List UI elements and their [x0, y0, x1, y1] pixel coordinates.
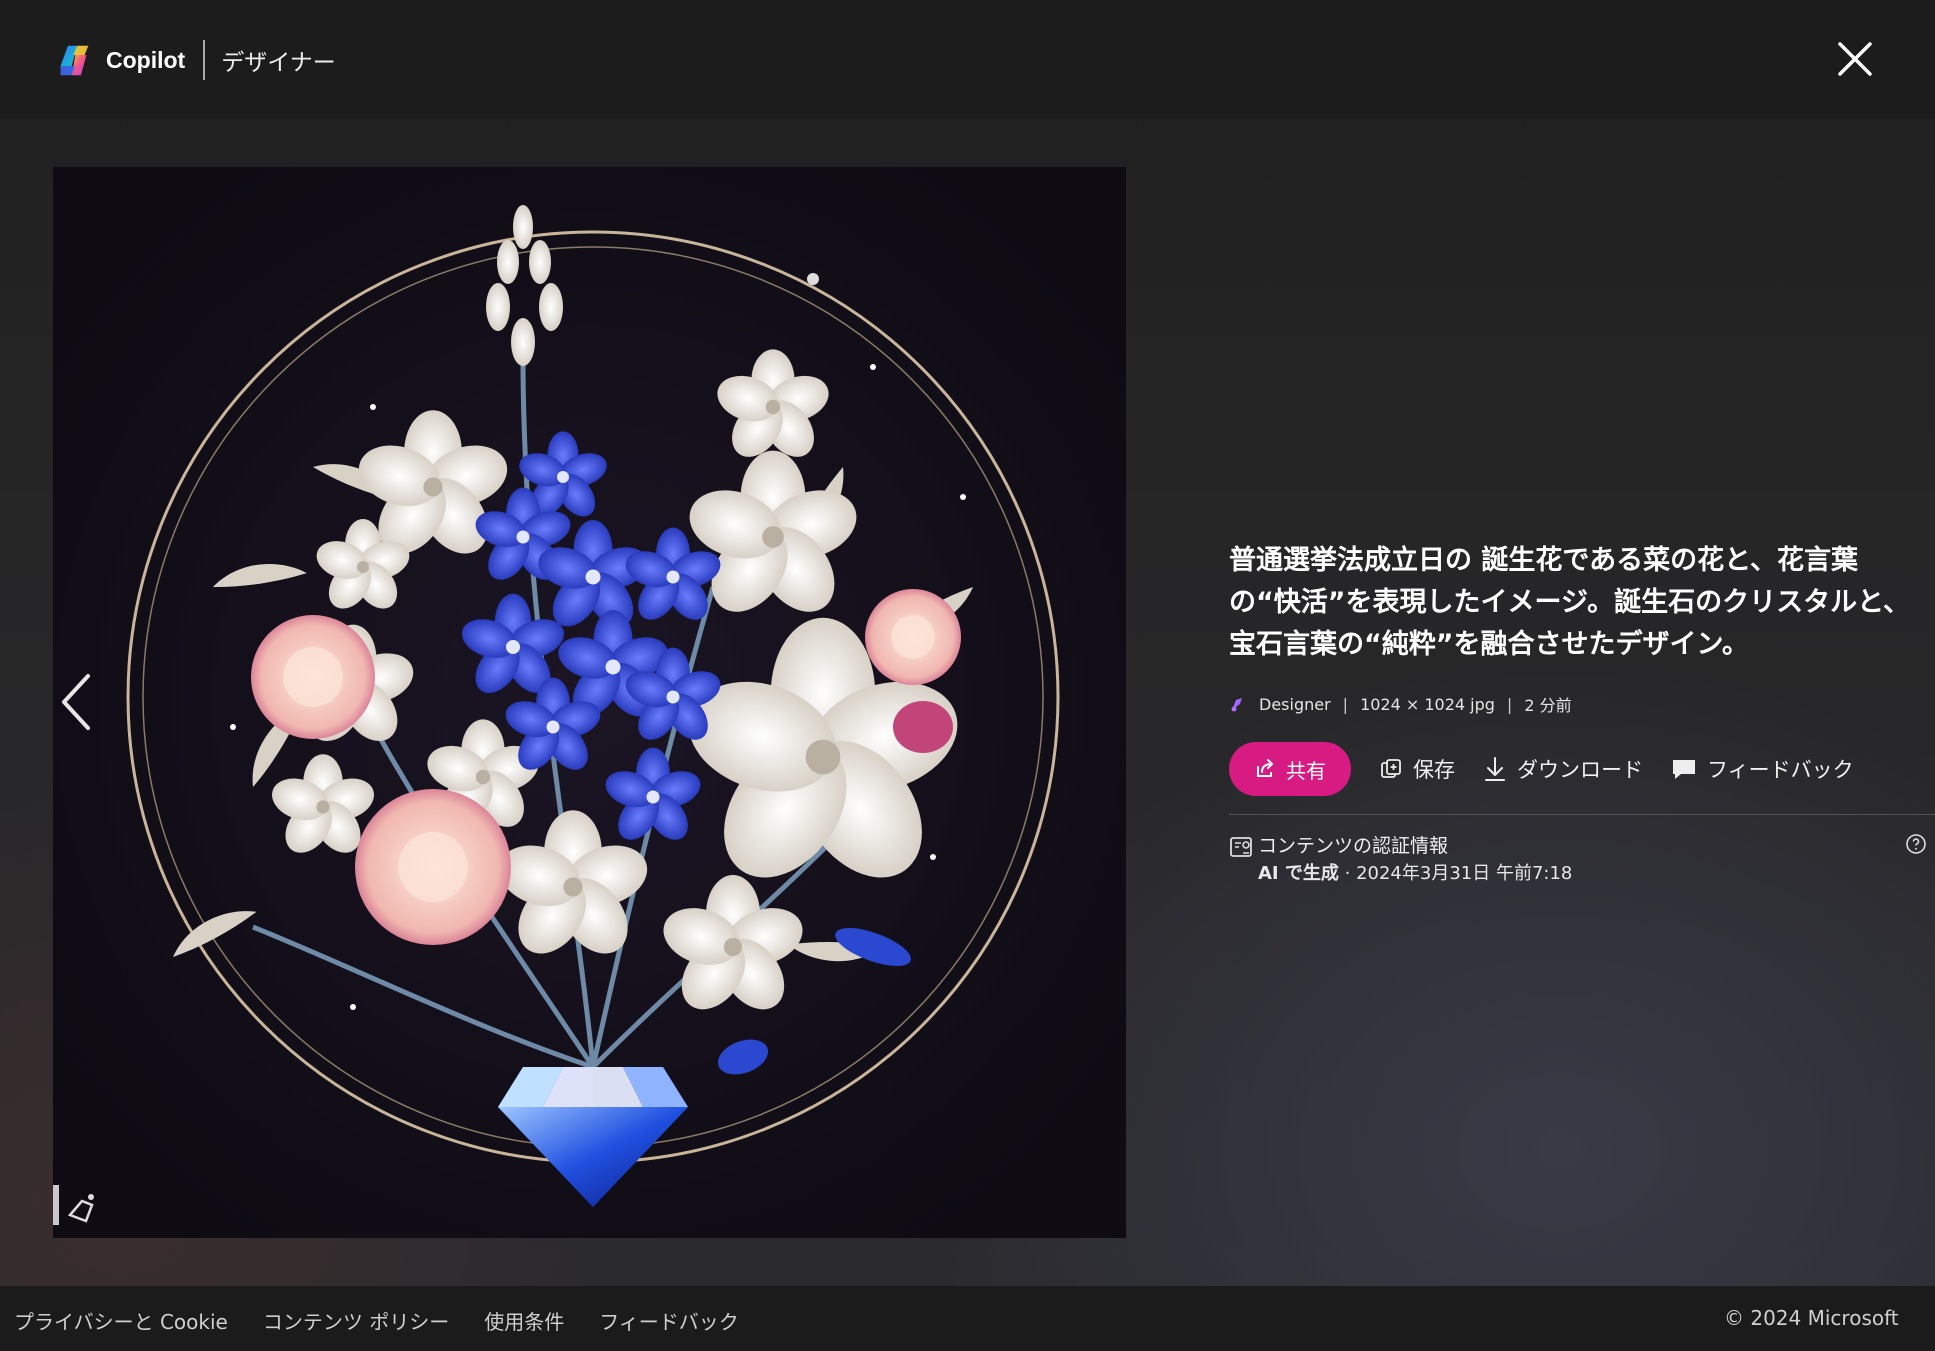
- image-meta: Designer | 1024 × 1024 jpg | 2 分前: [1229, 692, 1929, 716]
- section-divider: [1229, 814, 1935, 815]
- brand[interactable]: Copilot デザイナー: [55, 40, 336, 80]
- footer: プライバシーと Cookie コンテンツ ポリシー 使用条件 フィードバック ©…: [0, 1286, 1935, 1351]
- action-bar: 共有 保存 ダウンロード フィードバック: [1229, 742, 1929, 796]
- ai-generated-label: AI で生成: [1258, 863, 1339, 884]
- footer-link-privacy[interactable]: プライバシーと Cookie: [14, 1306, 228, 1335]
- help-icon[interactable]: [1905, 833, 1927, 855]
- chevron-left-icon[interactable]: [58, 672, 94, 732]
- footer-links: プライバシーと Cookie コンテンツ ポリシー 使用条件 フィードバック: [14, 1306, 774, 1335]
- download-button[interactable]: ダウンロード: [1483, 754, 1643, 784]
- footer-link-feedback[interactable]: フィードバック: [599, 1306, 739, 1335]
- generated-image[interactable]: [53, 167, 1126, 1238]
- generated-date: · 2024年3月31日 午前7:18: [1338, 863, 1573, 884]
- meta-separator: |: [1506, 694, 1513, 714]
- top-bar: Copilot デザイナー: [0, 0, 1935, 118]
- time-label: 2 分前: [1524, 696, 1572, 715]
- save-icon: [1381, 759, 1401, 778]
- save-label: 保存: [1413, 758, 1455, 782]
- content-credentials-icon: [1230, 837, 1252, 857]
- brand-divider: [203, 40, 206, 80]
- feedback-label: フィードバック: [1707, 758, 1854, 782]
- dimensions-label: 1024 × 1024 jpg: [1360, 694, 1495, 714]
- share-button[interactable]: 共有: [1229, 742, 1351, 796]
- copyright: © 2024 Microsoft: [1724, 1306, 1899, 1330]
- feedback-icon: [1673, 760, 1695, 779]
- content-credentials: コンテンツの認証情報 AI で生成 · 2024年3月31日 午前7:18: [1229, 831, 1929, 891]
- credentials-detail: AI で生成 · 2024年3月31日 午前7:18: [1258, 859, 1572, 885]
- footer-link-content-policy[interactable]: コンテンツ ポリシー: [263, 1306, 449, 1335]
- footer-link-terms[interactable]: 使用条件: [484, 1306, 564, 1335]
- flower-artwork: [53, 167, 1126, 1238]
- image-details-panel: 普通選挙法成立日の 誕生花である菜の花と、花言葉の“快活”を表現したイメージ。誕…: [1229, 540, 1935, 891]
- copilot-logo-icon: [60, 45, 89, 75]
- download-icon: [1485, 757, 1505, 781]
- source-label: Designer: [1259, 694, 1331, 714]
- designer-icon: [1231, 698, 1242, 712]
- credentials-title: コンテンツの認証情報: [1258, 835, 1449, 857]
- brand-name: Copilot: [106, 46, 186, 73]
- product-name: デザイナー: [221, 50, 336, 76]
- feedback-button[interactable]: フィードバック: [1671, 754, 1854, 784]
- image-title: 普通選挙法成立日の 誕生花である菜の花と、花言葉の“快活”を表現したイメージ。誕…: [1229, 545, 1911, 660]
- meta-separator: |: [1342, 694, 1349, 714]
- download-label: ダウンロード: [1517, 758, 1643, 782]
- save-button[interactable]: 保存: [1379, 754, 1455, 784]
- share-label: 共有: [1286, 758, 1326, 783]
- close-icon[interactable]: [1834, 38, 1876, 80]
- share-icon: [1257, 759, 1273, 777]
